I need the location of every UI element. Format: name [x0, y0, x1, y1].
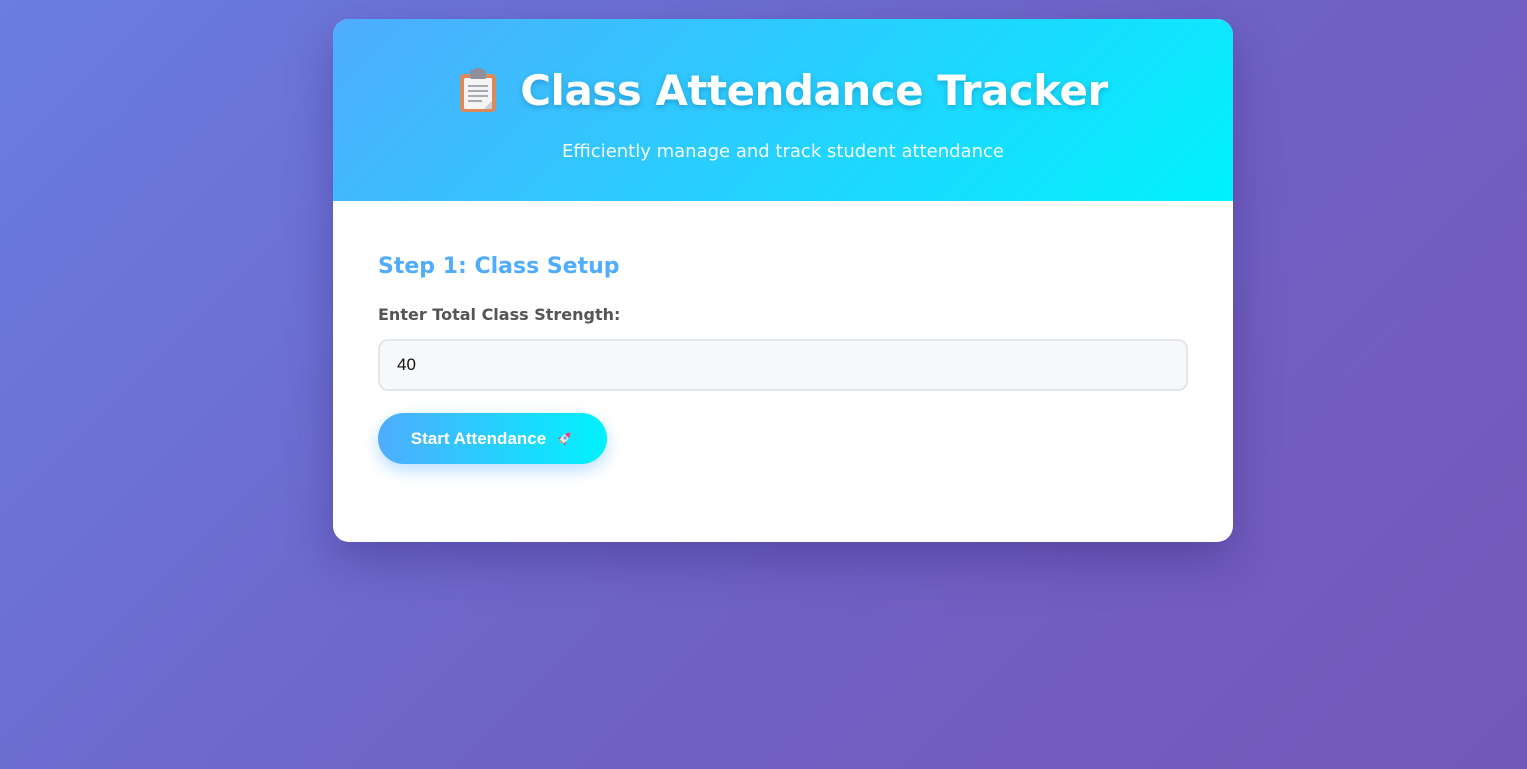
page-title: Class Attendance Tracker	[520, 66, 1108, 115]
rocket-icon	[554, 429, 574, 449]
class-strength-label: Enter Total Class Strength:	[378, 305, 621, 324]
class-strength-input[interactable]	[378, 339, 1188, 391]
title-row: Class Attendance Tracker	[333, 65, 1233, 117]
page-subtitle: Efficiently manage and track student att…	[562, 141, 1004, 162]
clipboard-icon	[458, 68, 498, 114]
header-banner: Class Attendance Tracker Efficiently man…	[333, 19, 1233, 201]
step-title: Step 1: Class Setup	[378, 254, 620, 279]
tracker-card: Class Attendance Tracker Efficiently man…	[333, 19, 1233, 542]
start-attendance-button[interactable]: Start Attendance	[378, 413, 607, 464]
start-attendance-label: Start Attendance	[410, 428, 547, 448]
